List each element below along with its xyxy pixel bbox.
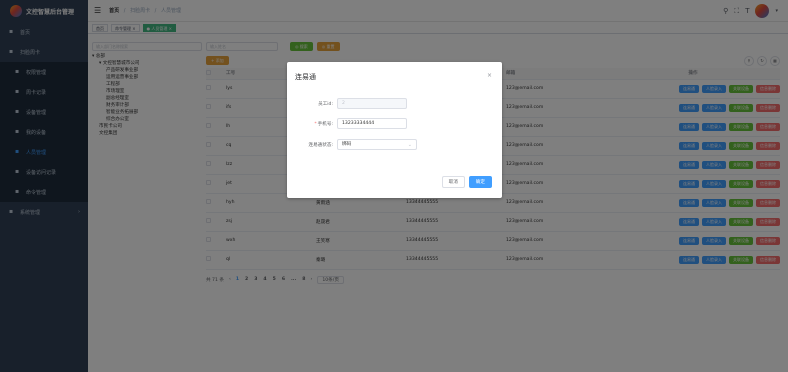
phone-row: *手机号: 13233334444 — [287, 118, 502, 129]
cancel-button[interactable]: 取消 — [441, 176, 465, 188]
staff-id-field: 2 — [337, 98, 407, 109]
phone-field[interactable]: 13233334444 — [337, 118, 407, 129]
status-label: 连易通状态: — [308, 142, 333, 148]
confirm-button[interactable]: 确定 — [468, 176, 492, 188]
phone-label: *手机号: — [314, 121, 333, 127]
status-select[interactable]: 绑码 ⌄ — [337, 139, 417, 150]
staff-id-row: 员工id: 2 — [287, 98, 502, 109]
staff-id-label: 员工id: — [318, 101, 333, 107]
edit-dialog: 连易通 × 员工id: 2 *手机号: 13233334444 连易通状态: 绑… — [287, 62, 502, 198]
status-row: 连易通状态: 绑码 ⌄ — [287, 139, 502, 150]
close-icon[interactable]: × — [487, 72, 492, 79]
dialog-title: 连易通 — [295, 73, 316, 81]
chevron-down-icon: ⌄ — [407, 142, 412, 148]
